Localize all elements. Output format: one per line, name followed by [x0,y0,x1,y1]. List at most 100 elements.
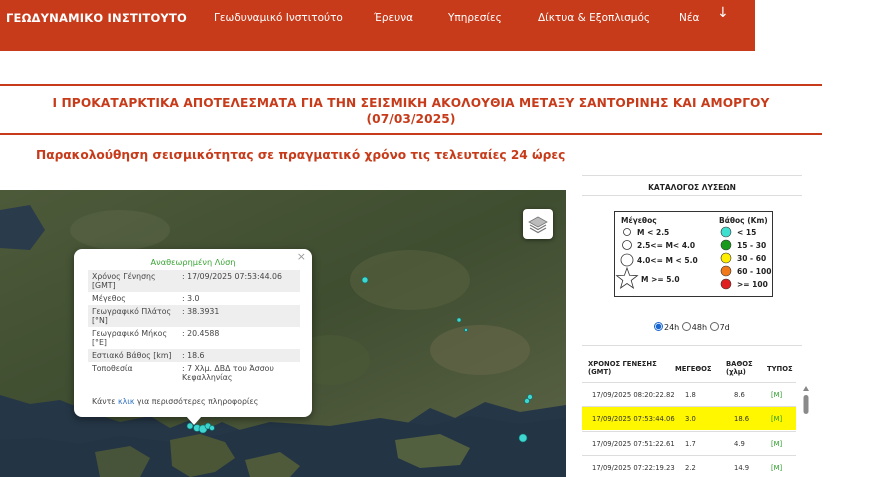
cell-depth: 18.6 [734,415,750,423]
nav-item-news[interactable]: Νέα [679,12,699,24]
depth-color-swatch [720,265,732,277]
nav-item-institute[interactable]: Γεωδυναμικό Ινστιτούτο [214,12,343,24]
scroll-up-icon [803,386,809,391]
popup-value: : 3.0 [182,294,200,303]
popup-row: Τοποθεσία : 7 Χλμ. ΔΒΔ του Άσσου Κεφαλλην… [88,362,300,384]
radio-7d[interactable] [709,322,719,331]
radio-24h[interactable] [654,322,663,331]
brand-title[interactable]: ΓΕΩΔΥΝΑΜΙΚΟ ΙΝΣΤΙΤΟΥΤΟ [6,11,187,25]
col-time[interactable]: ΧΡΟΝΟΣ ΓΕΝΕΣΗΣ (GMT) [588,360,657,376]
popup-value: : 7 Χλμ. ΔΒΔ του Άσσου Κεφαλληνίας [182,364,274,382]
popup-label: Εστιακό Βάθος [km] [88,349,178,362]
popup-row: Γεωγραφικό Πλάτος [°N]: 38.3931 [88,305,300,327]
scrollbar-graphic [803,386,809,414]
depth-color-swatch [720,226,732,238]
nav-item-services[interactable]: Υπηρεσίες [448,12,502,24]
quake-marker [464,328,468,332]
col-depth-line2: (χλμ) [726,368,746,376]
nav-item-networks[interactable]: Δίκτυα & Εξοπλισμός [538,12,650,24]
quake-marker [361,276,369,284]
quake-marker [456,317,462,323]
cell-time: 17/09/2025 07:53:44.06 [592,415,675,423]
legend-depth-label: 30 - 60 [737,254,767,263]
popup-label: Χρόνος Γένησης [GMT] [88,270,178,292]
nav-item-research[interactable]: Έρευνα [374,12,413,24]
map-layers-button[interactable] [523,209,553,239]
cell-depth: 4.9 [734,440,745,448]
popup-details: Χρόνος Γένησης [GMT]: 17/09/2025 07:53:4… [88,270,300,384]
depth-color-swatch [720,278,732,290]
popup-row: Εστιακό Βάθος [km]: 18.6 [88,349,300,362]
popup-label: Μέγεθος [92,294,126,303]
quake-marker [518,433,528,443]
layers-icon [528,216,548,234]
quake-marker [209,425,215,431]
popup-value: : 17/09/2025 07:53:44.06 [178,270,300,292]
popup-row: Χρόνος Γένησης [GMT]: 17/09/2025 07:53:4… [88,270,300,292]
cell-magnitude: 2.2 [685,464,696,472]
col-time-line2: (GMT) [588,368,612,376]
legend-depth-label: 60 - 100 [737,267,772,276]
table-row[interactable]: 17/09/2025 07:22:19.23 2.2 14.9 [M] [582,456,796,477]
panel-divider [582,175,802,176]
legend-magnitude-label: 2.5<= M< 4.0 [637,241,696,250]
cell-magnitude: 1.8 [685,391,696,399]
col-depth-line1: ΒΑΘΟΣ [726,360,753,368]
solutions-panel: ΚΑΤΑΛΟΓΟΣ ΛΥΣΕΩΝ Μέγεθος Βάθος (Km) M < … [582,175,802,477]
cell-type: [M] [771,391,783,399]
panel-title: ΚΑΤΑΛΟΓΟΣ ΛΥΣΕΩΝ [648,183,736,192]
cell-depth: 14.9 [734,464,750,472]
popup-value: : 20.4588 [182,329,220,338]
headline-line2: (07/03/2025) [366,112,456,126]
popup-label: Γεωγραφικό Μήκος [°E] [92,329,168,347]
popup-value: : 18.6 [178,349,300,362]
popup-footer: Κάντε κλικ για περισσότερες πληροφορίες [92,397,258,406]
depth-color-swatch [720,252,732,264]
table-row-selected[interactable]: 17/09/2025 07:53:44.06 3.0 18.6 [M] [582,407,796,430]
popup-value: : 38.3931 [178,305,300,327]
legend-magnitude-label: M < 2.5 [637,228,670,237]
cell-magnitude: 3.0 [685,415,696,423]
quake-marker [524,398,530,404]
cell-time: 17/09/2025 07:51:22.61 [592,440,675,448]
col-magnitude[interactable]: ΜΕΓΕΘΟΣ [675,365,712,373]
more-info-link[interactable]: κλικ [118,397,134,406]
table-scrollbar[interactable] [802,384,810,477]
page-headline: Ι ΠΡΟΚΑΤΑΡΚΤΙΚΑ ΑΠΟΤΕΛΕΣΜΑΤΑ ΓΙΑ ΤΗΝ ΣΕΙ… [0,95,822,127]
cell-magnitude: 1.7 [685,440,696,448]
circle-large-icon [620,253,634,267]
arrow-down-icon[interactable]: ↓ [717,5,729,21]
popup-footer-text: για περισσότερες πληροφορίες [134,397,259,406]
legend-depth-label: >= 100 [737,280,768,289]
event-popup: × Αναθεωρημένη Λύση Χρόνος Γένησης [GMT]… [74,249,312,417]
col-time-line1: ΧΡΟΝΟΣ ΓΕΝΕΣΗΣ [588,360,657,368]
divider-bottom [0,133,822,135]
legend-depth-label: < 15 [737,228,757,237]
panel-divider [582,345,802,346]
circle-medium-icon [622,240,632,250]
col-type[interactable]: ΤΥΠΟΣ [767,365,793,373]
headline-line1: Ι ΠΡΟΚΑΤΑΡΚΤΙΚΑ ΑΠΟΤΕΛΕΣΜΑΤΑ ΓΙΑ ΤΗΝ ΣΕΙ… [52,96,770,110]
star-icon [615,266,639,289]
cell-type: [M] [771,440,783,448]
table-row[interactable]: 17/09/2025 07:51:22.61 1.7 4.9 [M] [582,432,796,455]
cell-time: 17/09/2025 07:22:19.23 [592,464,675,472]
period-selector: 24h 48h 7d [654,322,730,332]
legend-magnitude-label: 4.0<= M < 5.0 [637,256,698,265]
table-row[interactable]: 17/09/2025 08:20:22.82 1.8 8.6 [M] [582,383,796,406]
popup-tip [186,416,202,425]
circle-small-icon [623,228,631,236]
scroll-thumb [803,395,809,414]
popup-footer-text: Κάντε [92,397,118,406]
top-nav-bar: ΓΕΩΔΥΝΑΜΙΚΟ ΙΝΣΤΙΤΟΥΤΟ Γεωδυναμικό Ινστι… [0,0,755,51]
divider-top [0,84,822,86]
radio-48h[interactable] [681,322,691,331]
map-legend: Μέγεθος Βάθος (Km) M < 2.5 2.5<= M< 4.0 … [614,211,773,297]
cell-type: [M] [771,464,783,472]
panel-divider [582,195,802,196]
col-depth[interactable]: ΒΑΘΟΣ (χλμ) [726,360,753,376]
page-subheading: Παρακολούθηση σεισμικότητας σε πραγματικ… [36,148,566,162]
radio-label: 48h [691,323,708,332]
popup-label: Τοποθεσία [92,364,133,373]
radio-label: 7d [719,323,730,332]
